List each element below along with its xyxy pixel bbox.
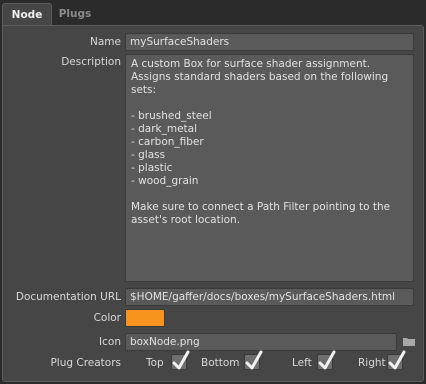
plug-left-label: Left [292, 357, 312, 369]
tab-node[interactable]: Node [2, 3, 52, 26]
node-panel: Name mySurfaceShaders Description A cust… [2, 25, 424, 382]
color-swatch[interactable] [125, 309, 165, 327]
tab-plugs[interactable]: Plugs [52, 3, 98, 26]
icon-field[interactable]: boxNode.png [125, 333, 397, 351]
plug-bottom-label: Bottom [201, 357, 240, 369]
tab-bar: Node Plugs [0, 0, 426, 26]
plug-bottom-checkbox[interactable] [244, 350, 263, 370]
plug-right-label: Right [358, 357, 386, 369]
documentation-url-field[interactable]: $HOME/gaffer/docs/boxes/mySurfaceShaders… [125, 288, 414, 306]
description-textarea[interactable]: A custom Box for surface shader assignme… [125, 54, 414, 282]
plug-left-checkbox[interactable] [317, 350, 336, 370]
plug-top-label: Top [146, 357, 164, 369]
description-label: Description [61, 56, 121, 68]
documentation-url-label: Documentation URL [15, 291, 121, 303]
checkmark-icon [245, 350, 263, 370]
plug-creators-label: Plug Creators [50, 357, 121, 369]
checkmark-icon [388, 350, 406, 370]
checkmark-icon [318, 350, 336, 370]
plug-top-checkbox[interactable] [171, 350, 190, 370]
checkmark-icon [172, 350, 190, 370]
plug-right-checkbox[interactable] [387, 350, 406, 370]
color-label: Color [93, 312, 121, 324]
node-editor-window: Node Plugs Name mySurfaceShaders Descrip… [0, 0, 426, 384]
icon-label: Icon [99, 336, 121, 348]
name-field[interactable]: mySurfaceShaders [125, 33, 414, 51]
folder-icon[interactable] [403, 337, 415, 346]
name-label: Name [90, 36, 121, 48]
